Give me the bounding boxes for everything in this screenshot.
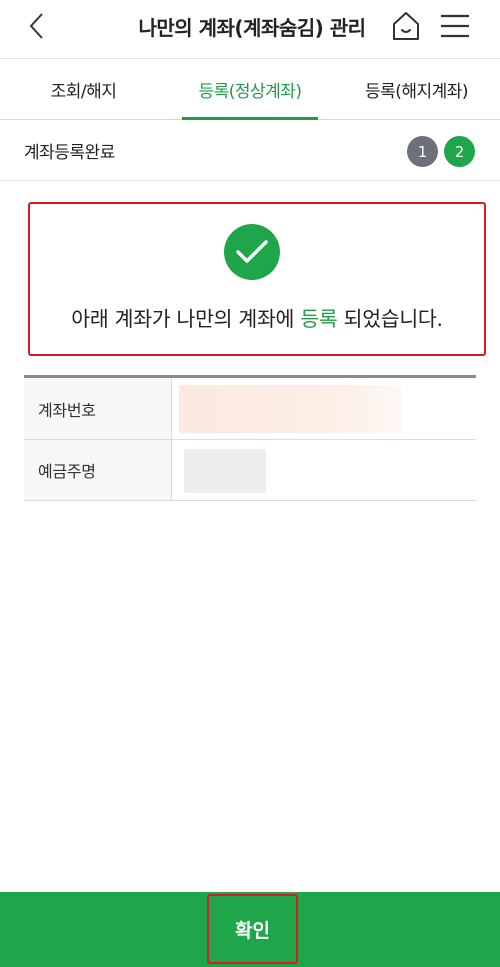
completion-message-box: 아래 계좌가 나만의 계좌에 등록 되었습니다. bbox=[28, 202, 486, 356]
message-prefix: 아래 계좌가 나만의 계좌에 bbox=[71, 307, 301, 331]
app-header: 나만의 계좌(계좌숨김) 관리 bbox=[0, 0, 500, 56]
hamburger-menu-icon bbox=[441, 14, 469, 38]
account-number-value bbox=[172, 378, 476, 439]
table-row: 계좌번호 bbox=[24, 378, 476, 440]
tab-lookup-cancel[interactable]: 조회/해지 bbox=[0, 59, 167, 119]
step-indicator-bar: 계좌등록완료 1 2 bbox=[0, 121, 500, 181]
step-1-badge: 1 bbox=[407, 136, 438, 167]
message-highlight: 등록 bbox=[300, 307, 338, 331]
masked-account-number bbox=[179, 385, 401, 433]
depositor-name-value bbox=[172, 440, 476, 500]
table-row: 예금주명 bbox=[24, 440, 476, 501]
step-2-badge: 2 bbox=[444, 136, 475, 167]
home-button[interactable] bbox=[391, 10, 421, 42]
tab-bar: 조회/해지 등록(정상계좌) 등록(해지계좌) bbox=[0, 58, 500, 120]
step-title: 계좌등록완료 bbox=[24, 143, 115, 163]
bottom-action-bar: 확인 bbox=[0, 892, 500, 967]
masked-depositor-name bbox=[184, 449, 266, 493]
tab-register-closed[interactable]: 등록(해지계좌) bbox=[333, 59, 500, 119]
tab-register-normal[interactable]: 등록(정상계좌) bbox=[167, 59, 333, 120]
account-info-table: 계좌번호 예금주명 bbox=[24, 375, 476, 501]
menu-button[interactable] bbox=[439, 12, 471, 40]
checkmark-icon bbox=[236, 240, 268, 263]
check-circle-icon bbox=[224, 224, 280, 280]
home-icon bbox=[393, 12, 419, 40]
depositor-name-label: 예금주명 bbox=[24, 440, 172, 500]
message-suffix: 되었습니다. bbox=[337, 307, 443, 331]
confirm-button[interactable]: 확인 bbox=[207, 894, 298, 964]
page-title: 나만의 계좌(계좌숨김) 관리 bbox=[138, 16, 366, 40]
account-number-label: 계좌번호 bbox=[24, 378, 172, 439]
completion-message: 아래 계좌가 나만의 계좌에 등록 되었습니다. bbox=[30, 302, 484, 332]
